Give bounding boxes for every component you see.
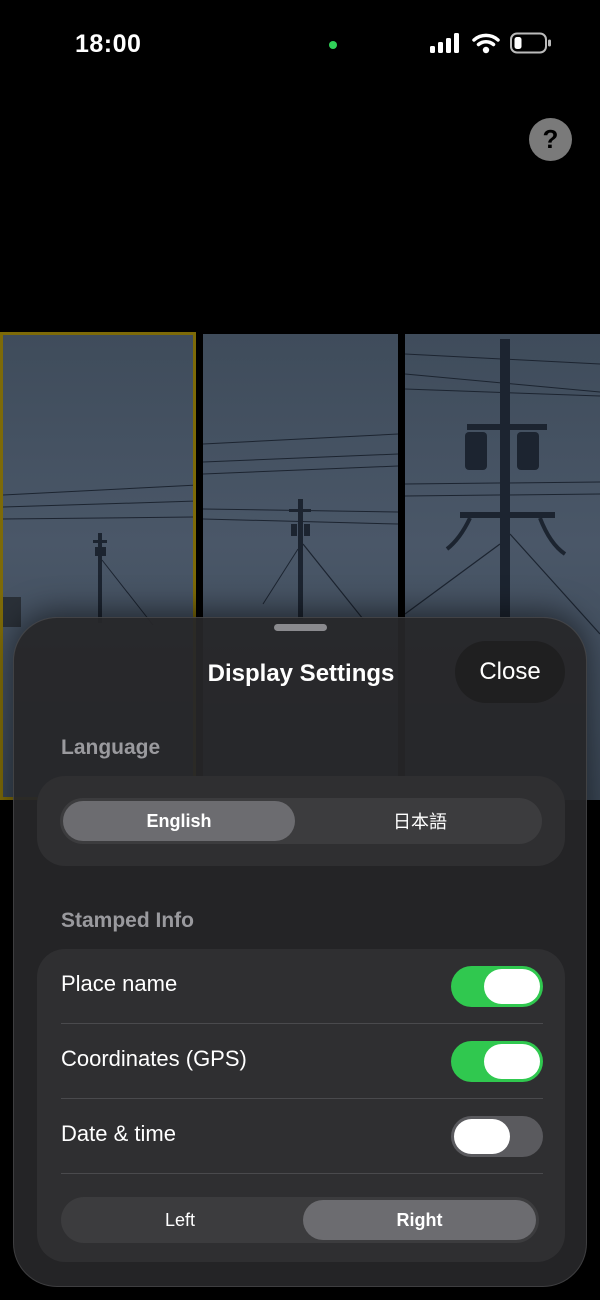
toggle-knob <box>454 1119 510 1154</box>
toggle-knob <box>484 1044 540 1079</box>
recording-indicator-dot <box>329 41 337 49</box>
status-bar: 18:00 <box>0 0 600 90</box>
battery-icon <box>510 32 551 54</box>
setting-label: Date & time <box>61 1121 176 1146</box>
date-time-toggle[interactable] <box>451 1116 543 1157</box>
position-option-left[interactable]: Left <box>64 1200 296 1240</box>
toggle-knob <box>484 969 540 1004</box>
display-settings-sheet: Display Settings Close Language English … <box>13 617 587 1287</box>
wifi-icon <box>472 33 500 54</box>
coordinates-toggle[interactable] <box>451 1041 543 1082</box>
status-icons <box>430 32 552 54</box>
language-segmented-control[interactable]: English 日本語 <box>60 798 542 844</box>
stamped-info-card: Place name Coordinates (GPS) Date & time… <box>37 949 565 1262</box>
help-icon: ? <box>542 124 559 154</box>
signal-icon <box>430 33 459 53</box>
close-button[interactable]: Close <box>455 641 565 703</box>
place-name-toggle[interactable] <box>451 966 543 1007</box>
position-option-right[interactable]: Right <box>303 1200 536 1240</box>
status-time: 18:00 <box>75 30 142 58</box>
language-option-japanese[interactable]: 日本語 <box>300 801 540 841</box>
setting-label: Coordinates (GPS) <box>61 1046 247 1071</box>
setting-row-date-time: Date & time <box>61 1099 543 1174</box>
setting-row-place-name: Place name <box>61 949 543 1024</box>
setting-label: Place name <box>61 971 178 996</box>
language-card: English 日本語 <box>37 776 565 866</box>
language-section-label: Language <box>61 736 161 759</box>
language-option-english[interactable]: English <box>63 801 295 841</box>
stamped-info-section-label: Stamped Info <box>61 909 195 932</box>
divider <box>61 1173 543 1174</box>
setting-row-coordinates: Coordinates (GPS) <box>61 1024 543 1099</box>
stamp-position-segmented-control[interactable]: Left Right <box>61 1197 539 1243</box>
help-button[interactable]: ? <box>529 118 572 161</box>
sheet-grabber[interactable] <box>274 624 327 631</box>
